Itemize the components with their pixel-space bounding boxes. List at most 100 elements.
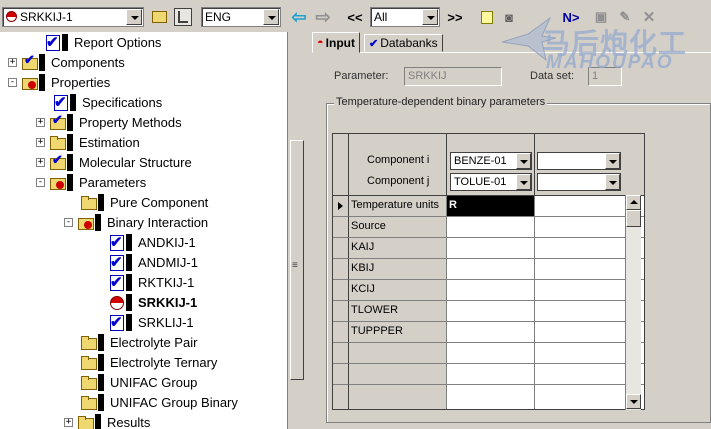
tree-scrollbar[interactable]: ≡ — [288, 32, 312, 429]
tree-item-srkkij-1[interactable]: SRKKIJ-1 — [108, 292, 197, 312]
grid-scrollbar[interactable] — [625, 195, 641, 410]
tree-item-report-options[interactable]: Report Options — [44, 32, 161, 52]
tree-item-estimation[interactable]: + Estimation — [36, 132, 140, 152]
tree-item-molecular-structure[interactable]: + Molecular Structure — [36, 152, 192, 172]
chevron-down-icon[interactable] — [263, 9, 279, 25]
filter-selector[interactable]: All — [370, 7, 440, 27]
check-icon: ✔ — [369, 37, 379, 50]
row-label: TUPPPER — [349, 322, 447, 343]
row-indicator — [333, 259, 349, 280]
row-indicator — [333, 217, 349, 238]
scroll-down-icon[interactable] — [626, 394, 641, 409]
tab-input[interactable]: ◓ Input — [312, 32, 360, 53]
component-i-col1-select[interactable]: BENZE-01 — [450, 152, 532, 170]
grid-cell[interactable] — [447, 238, 535, 259]
dataset-field[interactable]: 1 — [588, 67, 622, 86]
scrollbar-thumb[interactable] — [626, 210, 641, 227]
expander-minus-icon[interactable]: - — [36, 177, 45, 187]
tree-item-electrolyte-pair[interactable]: Electrolyte Pair — [80, 332, 197, 352]
tree-item-properties[interactable]: - Properties — [8, 72, 110, 92]
chevron-down-icon[interactable] — [126, 9, 142, 25]
component-j-col2-select[interactable] — [537, 173, 621, 191]
expander-minus-icon[interactable]: - — [8, 77, 17, 87]
component-i-col2-select[interactable] — [537, 152, 621, 170]
component-j-col1-select[interactable]: TOLUE-01 — [450, 173, 532, 191]
chevron-down-icon[interactable] — [516, 153, 531, 169]
expander-plus-icon[interactable]: + — [36, 157, 45, 167]
tree-item-label: ANDMIJ-1 — [138, 254, 198, 270]
tree-item-rktkij-1[interactable]: RKTKIJ-1 — [108, 272, 194, 292]
grid-cell[interactable] — [447, 280, 535, 301]
grid-cell[interactable] — [447, 217, 535, 238]
expander-plus-icon[interactable]: + — [64, 417, 73, 427]
pencil-icon[interactable]: ✎ — [616, 8, 634, 26]
tree-item-results[interactable]: + Results — [64, 412, 150, 429]
expander-plus-icon[interactable]: + — [8, 57, 17, 67]
tab-databanks[interactable]: ✔ Databanks — [364, 34, 443, 52]
tree-item-marker — [39, 73, 45, 91]
grip-icon: ≡ — [292, 260, 298, 271]
nav-forward-button[interactable]: >> — [444, 8, 466, 26]
form-selector[interactable]: SRKKIJ-1 — [2, 7, 144, 27]
grid-cell[interactable] — [447, 301, 535, 322]
tree-item-andmij-1[interactable]: ANDMIJ-1 — [108, 252, 198, 272]
tree-item-parameters[interactable]: - Parameters — [36, 172, 146, 192]
row-label — [349, 343, 447, 364]
parameter-grid: Component i Component j BENZE-01 TOLUE-0… — [332, 133, 645, 410]
tree-item-srklij-1[interactable]: SRKLIJ-1 — [108, 312, 194, 332]
tree-item-marker — [126, 273, 132, 291]
check-icon — [44, 33, 60, 51]
tree-item-marker — [98, 373, 104, 391]
tree-item-binary-interaction[interactable]: - Binary Interaction — [64, 212, 208, 232]
grid-cell[interactable] — [447, 364, 535, 385]
tree-item-label: Electrolyte Ternary — [110, 354, 218, 370]
close-icon[interactable]: ✕ — [640, 8, 658, 26]
next-button[interactable]: N> — [560, 8, 582, 26]
nav-back-button[interactable]: << — [344, 8, 366, 26]
scroll-up-icon[interactable] — [626, 195, 641, 210]
expander-plus-icon[interactable]: + — [36, 137, 45, 147]
tree-item-marker — [126, 233, 132, 251]
tree-item-pure-component[interactable]: Pure Component — [80, 192, 208, 212]
grid-cell[interactable] — [447, 322, 535, 343]
tree-item-specifications[interactable]: Specifications — [52, 92, 162, 112]
expander-minus-icon[interactable]: - — [64, 217, 73, 227]
tree-item-electrolyte-ternary[interactable]: Electrolyte Ternary — [80, 352, 217, 372]
grid-cell[interactable] — [447, 343, 535, 364]
folder-up-icon[interactable] — [150, 8, 168, 26]
row-indicator — [333, 343, 349, 364]
grid-cell[interactable] — [447, 259, 535, 280]
parameter-field[interactable]: SRKKIJ — [404, 67, 502, 86]
tree-item-label: SRKLIJ-1 — [138, 314, 194, 330]
grid-cell[interactable] — [447, 385, 535, 409]
row-label: KBIJ — [349, 259, 447, 280]
chevron-down-icon[interactable] — [422, 9, 438, 25]
tree-item-unifac-group-binary[interactable]: UNIFAC Group Binary — [80, 392, 238, 412]
stop-icon[interactable]: ▣ — [592, 8, 610, 26]
tree-item-label: Electrolyte Pair — [110, 334, 198, 350]
back-arrow-icon[interactable]: ⇦ — [290, 7, 308, 27]
row-label: TLOWER — [349, 301, 447, 322]
tree-item-marker — [70, 93, 76, 111]
tree-item-property-methods[interactable]: + Property Methods — [36, 112, 182, 132]
expander-plus-icon[interactable]: + — [36, 117, 45, 127]
camera-icon[interactable]: ◙ — [500, 8, 518, 26]
tree-item-unifac-group[interactable]: UNIFAC Group — [80, 372, 197, 392]
chevron-down-icon[interactable] — [516, 174, 531, 190]
grid-cell[interactable]: R — [447, 196, 535, 217]
red-folder-icon — [21, 74, 38, 90]
check-folder-icon — [49, 112, 66, 130]
units-selector[interactable]: ENG — [201, 7, 281, 27]
group-title: Temperature-dependent binary parameters — [334, 96, 548, 108]
chevron-down-icon[interactable] — [605, 153, 620, 169]
tree-item-label: Components — [51, 54, 125, 70]
chevron-down-icon[interactable] — [605, 174, 620, 190]
tree-item-marker — [98, 393, 104, 411]
tree-view-icon[interactable] — [174, 8, 192, 26]
check-icon — [108, 253, 124, 271]
forward-arrow-icon[interactable]: ⇨ — [314, 7, 332, 27]
half-red-icon — [108, 294, 124, 310]
note-icon[interactable] — [478, 8, 496, 26]
tree-item-components[interactable]: + Components — [8, 52, 125, 72]
tree-item-andkij-1[interactable]: ANDKIJ-1 — [108, 232, 196, 252]
